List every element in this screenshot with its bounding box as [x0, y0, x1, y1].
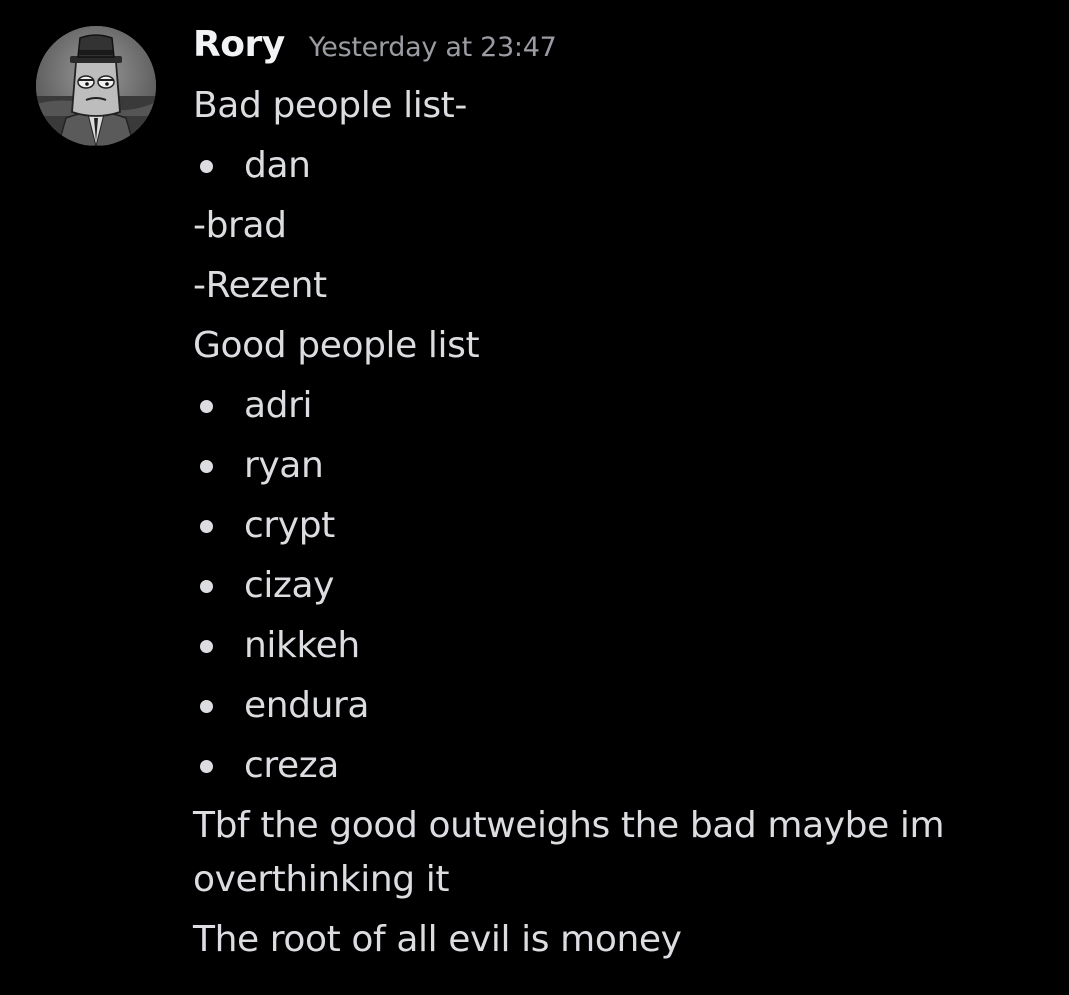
- bullet-icon: [200, 699, 213, 713]
- list-item-text: adri: [244, 385, 313, 426]
- bad-list-heading: Bad people list-: [193, 85, 467, 126]
- bullet-icon: [200, 399, 213, 413]
- list-item-text: endura: [244, 685, 370, 726]
- bullet-icon: [200, 579, 213, 593]
- list-item-text: dan: [244, 145, 311, 186]
- author-name[interactable]: Rory: [193, 24, 285, 65]
- list-item: nikkeh: [193, 616, 1033, 676]
- list-item-text: cizay: [244, 565, 335, 606]
- message-header: Rory Yesterday at 23:47: [193, 24, 557, 74]
- cartoon-character-avatar-icon: [36, 26, 156, 146]
- closing-text: The root of all evil is money: [193, 919, 682, 960]
- bullet-icon: [200, 639, 213, 653]
- list-item: endura: [193, 676, 1033, 736]
- list-item-text: crypt: [244, 505, 335, 546]
- list-item: ryan: [193, 436, 1033, 496]
- bullet-icon: [200, 159, 213, 173]
- message-timestamp[interactable]: Yesterday at 23:47: [309, 32, 557, 63]
- bullet-icon: [200, 519, 213, 533]
- message-content: Bad people list- dan -brad -Rezent Good …: [193, 76, 1033, 970]
- list-item: cizay: [193, 556, 1033, 616]
- list-item: adri: [193, 376, 1033, 436]
- bullet-icon: [200, 459, 213, 473]
- bullet-icon: [200, 759, 213, 773]
- good-list-heading: Good people list: [193, 325, 480, 366]
- comment-text: Tbf the good outweighs the bad maybe im …: [193, 805, 945, 900]
- list-item-text: creza: [244, 745, 339, 786]
- list-item: creza: [193, 736, 1033, 796]
- bad-list-dash-item: -Rezent: [193, 265, 327, 306]
- list-item: dan: [193, 136, 1033, 196]
- avatar[interactable]: [36, 26, 156, 146]
- bad-list-dash-item: -brad: [193, 205, 287, 246]
- list-item-text: ryan: [244, 445, 324, 486]
- list-item-text: nikkeh: [244, 625, 360, 666]
- list-item: crypt: [193, 496, 1033, 556]
